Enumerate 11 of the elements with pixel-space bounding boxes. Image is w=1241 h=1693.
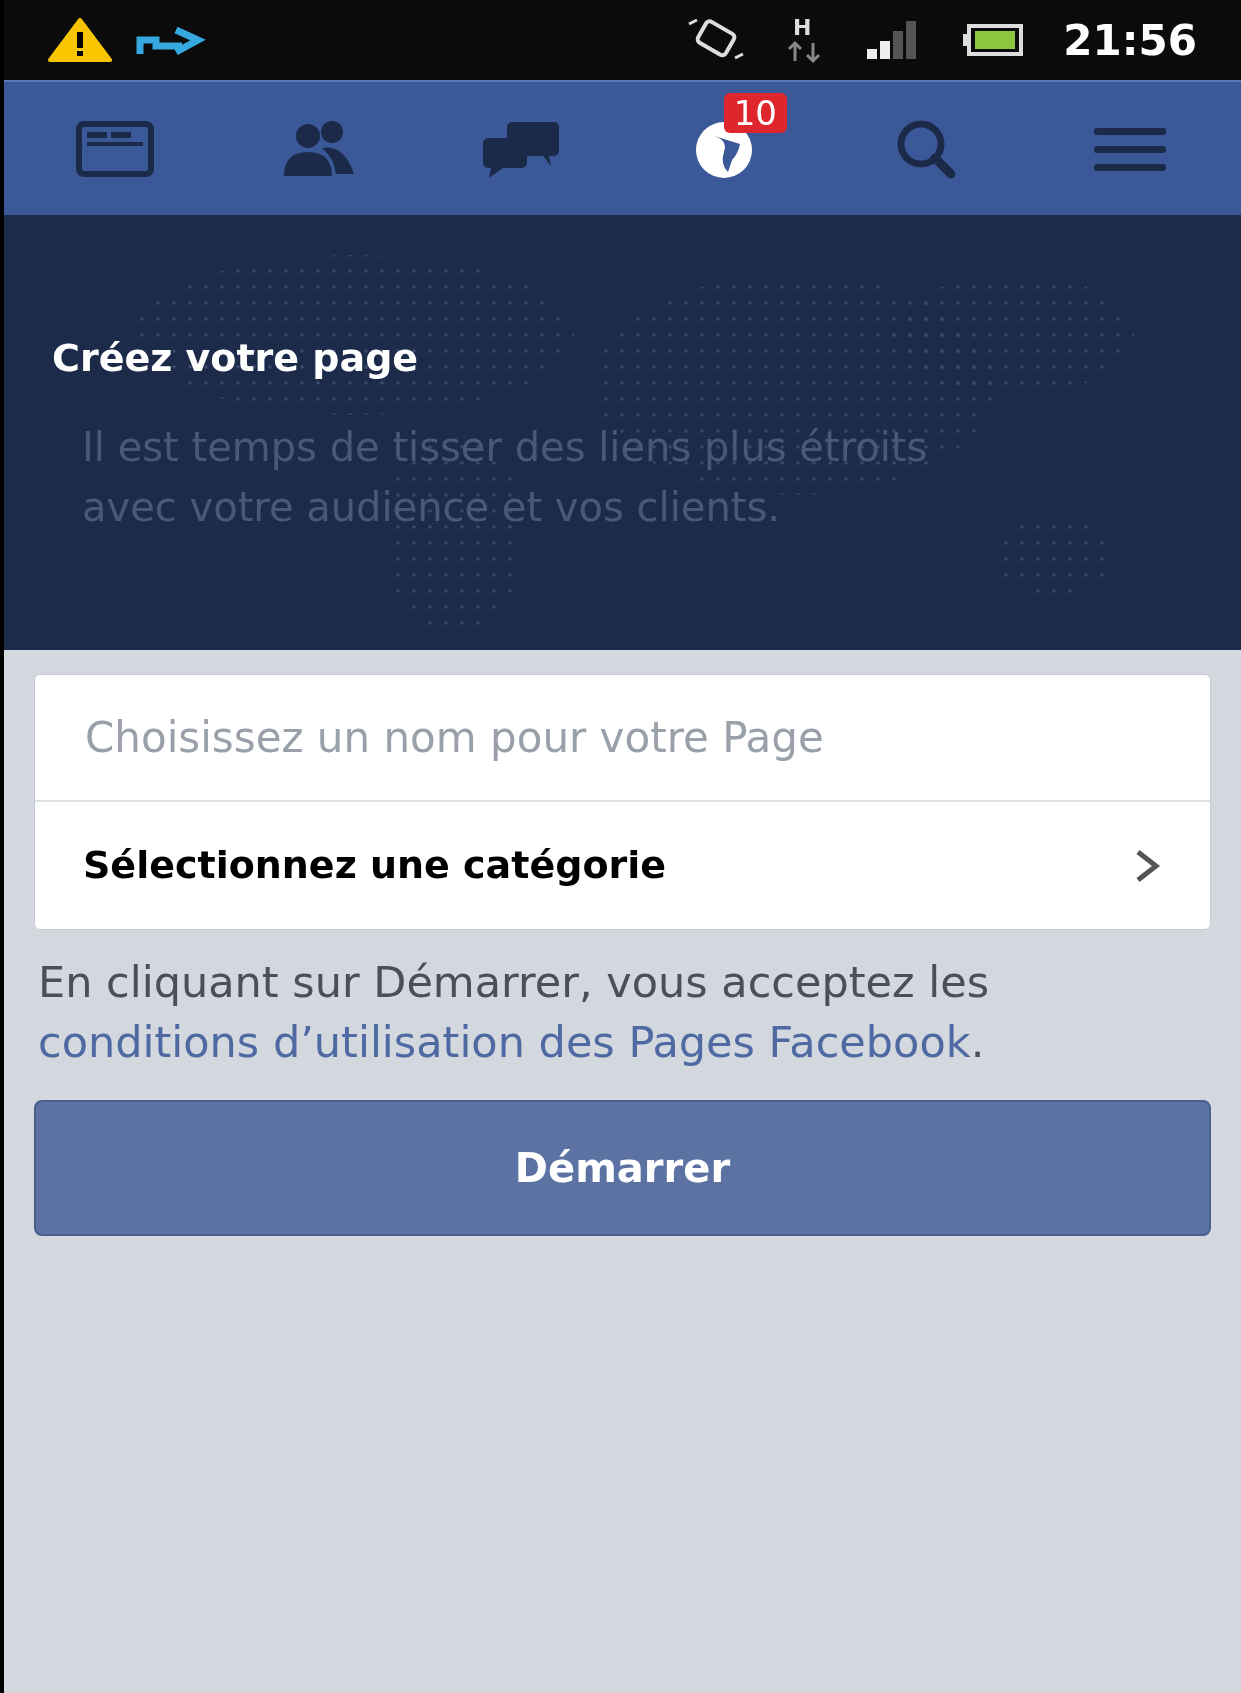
- start-button[interactable]: Démarrer: [34, 1100, 1211, 1236]
- warning-icon: [48, 18, 112, 62]
- terms-link[interactable]: conditions d’utilisation des Pages Facebook: [38, 1017, 971, 1067]
- page-name-input[interactable]: Choisissez un nom pour votre Page: [35, 675, 1210, 800]
- notification-badge: 10: [723, 92, 787, 133]
- nav-tab[interactable]: 10: [658, 88, 789, 209]
- clock: 21:56: [1063, 14, 1197, 67]
- category-selector[interactable]: Sélectionnez une catégorie: [35, 802, 1210, 929]
- battery-icon: [961, 23, 1024, 57]
- hero-title: Créez votre page: [52, 335, 420, 382]
- terms-text: En cliquant sur Démarrer, vous acceptez les conditions d’utilisation des Pages Facebook.: [37, 956, 991, 1069]
